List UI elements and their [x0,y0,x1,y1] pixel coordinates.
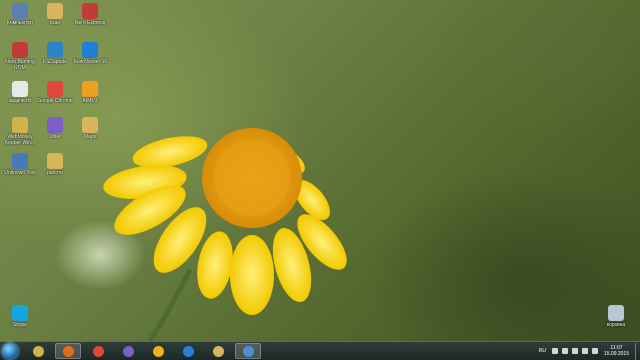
skype-icon [12,305,28,321]
clock[interactable]: 11:07 15.09.2015 [604,345,629,357]
taskbar-app-button[interactable] [115,343,141,359]
taskbar-app-button[interactable] [145,343,171,359]
folder-icon [212,345,224,357]
webmoney-icon [12,117,28,133]
system-tray: RU 11:07 15.09.2015 [539,342,640,360]
desktop-icon-label: работа [46,170,64,176]
desktop-icon-label: Maps [83,134,97,140]
desktop-icon-label: WebMoney Keeper Win... [4,134,36,146]
chrome-icon [47,81,63,97]
network-icon[interactable] [571,348,578,354]
desktop-icon[interactable]: работа [35,153,75,176]
volume-icon[interactable] [561,348,568,354]
desktop-icon[interactable]: Maps [70,117,110,140]
text-file-icon [12,81,28,97]
desktop-icon[interactable]: Skype [0,305,40,328]
desktop-wallpaper: Компьютер скан Nero Express Nero Burning RO… [0,0,640,341]
desktop-icon-label: Google Chrome [37,98,73,104]
folder-icon [47,153,63,169]
taskbar-app-button[interactable] [235,343,261,359]
desktop-icon-label: Nero Burning ROM [5,59,35,71]
desktop-icon[interactable]: Nero Express [70,3,110,26]
desktop-icon-label: задачи.txt [8,98,32,104]
desktop-icon[interactable]: TeamViewer 10 [70,42,110,65]
desktop-icon-label: Nero Express [74,20,106,26]
desktop-icon-label: AIMP3 [82,98,98,104]
desktop-icon[interactable]: корзина [596,305,636,328]
taskbar-app-button[interactable] [55,343,81,359]
desktop-icon[interactable]: Unknown Tool [0,153,40,176]
computer-icon [12,3,28,19]
taskbar-app-button[interactable] [175,343,201,359]
maps-icon [82,117,98,133]
desktop-icon-label: скан [49,20,61,26]
desktop-icon[interactable]: WebMoney Keeper Win... [0,117,40,146]
show-desktop-button[interactable] [635,342,640,360]
monitor-icon [242,345,254,357]
taskbar-app-button[interactable] [25,343,51,359]
start-button[interactable] [2,343,18,359]
desktop-icon-label: TeamViewer 10 [72,59,108,65]
desktop-icon-label: Компьютер [7,20,33,26]
firefox-icon [62,345,74,357]
tool-icon [12,153,28,169]
webmoney-icon [32,345,44,357]
action-center-icon[interactable] [581,348,588,354]
desktop-icon[interactable]: задачи.txt [0,81,40,104]
ie-icon [182,345,194,357]
chevron-up-icon[interactable] [551,348,558,354]
desktop-icon[interactable]: Компьютер [0,3,40,26]
language-indicator[interactable]: RU [539,348,546,354]
nero-burning-rom-icon [12,42,28,58]
desktop-icon[interactable]: FSCapture [35,42,75,65]
viber-icon [47,117,63,133]
nero-icon [82,3,98,19]
aimp-icon [82,81,98,97]
fscapture-icon [47,42,63,58]
folder-icon [47,3,63,19]
battery-icon[interactable] [591,348,598,354]
teamviewer-icon [82,42,98,58]
viber-icon [122,345,134,357]
messenger-icon [152,345,164,357]
taskbar: RU 11:07 15.09.2015 [0,341,640,360]
desktop-icon-label: FSCapture [42,59,68,65]
clock-date: 15.09.2015 [603,351,629,357]
desktop-icon-label: Unknown Tool [4,170,36,176]
taskbar-app-button[interactable] [85,343,111,359]
recycle-bin-icon [608,305,624,321]
desktop-icon[interactable]: скан [35,3,75,26]
desktop-icon[interactable]: AIMP3 [70,81,110,104]
desktop-icon[interactable]: Google Chrome [35,81,75,104]
desktop-icon-label: Viber [49,134,61,140]
chrome-icon [92,345,104,357]
desktop-icon-label: корзина [606,322,626,328]
desktop-icon[interactable]: Nero Burning ROM [0,42,40,71]
desktop-icon[interactable]: Viber [35,117,75,140]
taskbar-app-button[interactable] [205,343,231,359]
desktop-icon-label: Skype [13,322,27,328]
